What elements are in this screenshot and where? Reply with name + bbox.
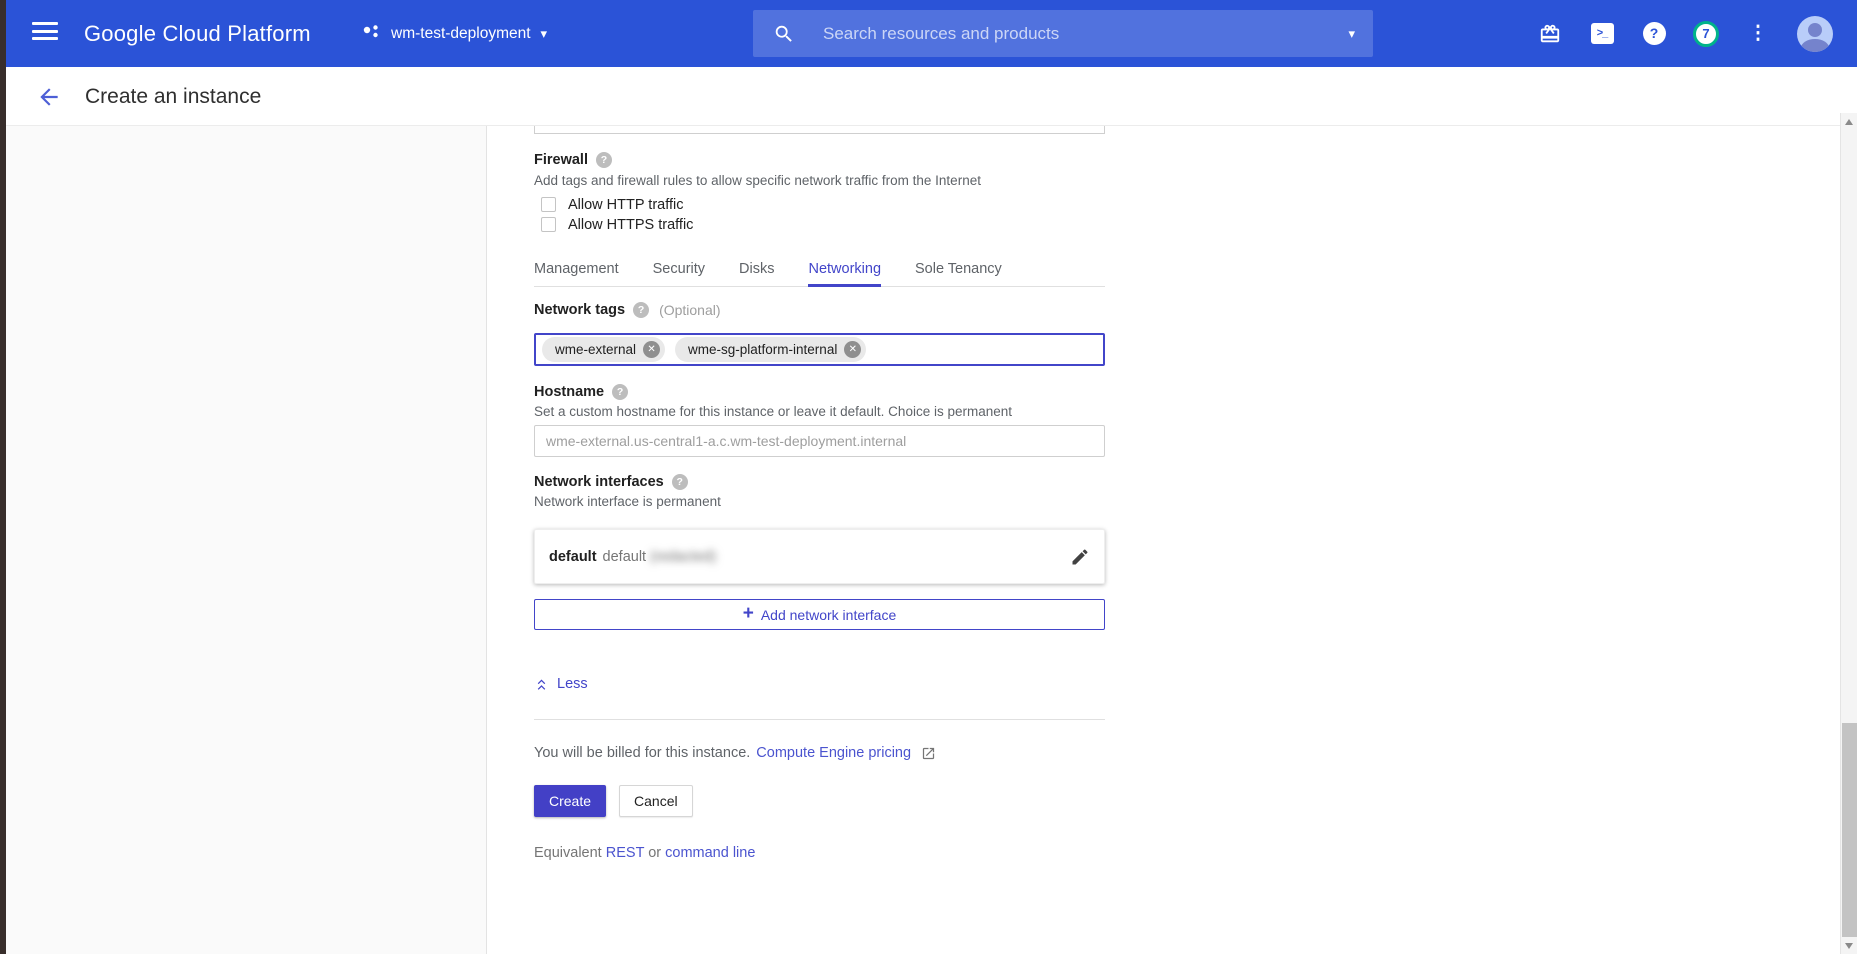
billing-note: You will be billed for this instance. Co…	[534, 745, 1105, 761]
app-bar: Google Cloud Platform wm-test-deployment…	[0, 0, 1857, 67]
tag-chip: wme-sg-platform-internal ✕	[675, 337, 866, 362]
more-options-icon[interactable]: ⋮	[1738, 0, 1778, 67]
tab-sole-tenancy[interactable]: Sole Tenancy	[915, 254, 1002, 286]
tag-chip: wme-external ✕	[542, 337, 665, 362]
vertical-scrollbar[interactable]	[1840, 113, 1857, 954]
command-line-link[interactable]: command line	[665, 845, 755, 861]
window-edge	[0, 0, 6, 954]
network-interfaces-label-row: Network interfaces ?	[534, 474, 1105, 490]
hostname-field[interactable]	[534, 425, 1105, 457]
redacted-subnet-range: (redacted)	[650, 549, 716, 565]
menu-icon[interactable]	[32, 22, 58, 44]
scroll-down-arrow[interactable]	[1845, 943, 1853, 949]
tab-disks[interactable]: Disks	[739, 254, 774, 286]
network-tags-help-icon[interactable]: ?	[633, 302, 649, 318]
rest-link[interactable]: REST	[606, 845, 644, 861]
allow-http-label: Allow HTTP traffic	[568, 197, 684, 213]
add-network-interface-button[interactable]: + Add network interface	[534, 599, 1105, 630]
allow-http-checkbox[interactable]	[541, 197, 556, 212]
network-tags-optional: (Optional)	[659, 302, 720, 318]
allow-https-checkbox-row: Allow HTTPS traffic	[541, 215, 1112, 234]
cancel-button[interactable]: Cancel	[619, 785, 693, 817]
external-link-icon	[921, 746, 936, 761]
compute-engine-pricing-link[interactable]: Compute Engine pricing	[756, 745, 911, 761]
avatar	[1797, 16, 1833, 52]
project-selector[interactable]: wm-test-deployment ▾	[362, 0, 547, 67]
remove-tag-icon[interactable]: ✕	[844, 341, 861, 358]
search-chevron-down-icon[interactable]: ▾	[1348, 27, 1355, 40]
hostname-description: Set a custom hostname for this instance …	[534, 404, 1105, 419]
allow-https-label: Allow HTTPS traffic	[568, 217, 693, 233]
allow-https-checkbox[interactable]	[541, 217, 556, 232]
search-placeholder: Search resources and products	[823, 24, 1348, 44]
allow-http-checkbox-row: Allow HTTP traffic	[541, 195, 1112, 214]
network-interface-row[interactable]: default default (redacted)	[534, 529, 1105, 584]
plus-icon: +	[743, 604, 754, 623]
firewall-description: Add tags and firewall rules to allow spe…	[534, 173, 1105, 188]
hostname-label: Hostname	[534, 384, 604, 400]
collapse-chevrons-icon	[534, 677, 549, 692]
notifications-badge[interactable]: 7	[1686, 0, 1726, 67]
network-interfaces-help-icon[interactable]: ?	[672, 474, 688, 490]
form-actions: Create Cancel	[534, 785, 1105, 817]
network-interfaces-label: Network interfaces	[534, 474, 664, 490]
firewall-help-icon[interactable]: ?	[596, 152, 612, 168]
chevron-down-icon: ▾	[541, 27, 548, 40]
remove-tag-icon[interactable]: ✕	[643, 341, 660, 358]
less-toggle[interactable]: Less	[534, 676, 614, 692]
notification-count: 7	[1693, 21, 1719, 47]
account-avatar[interactable]	[1795, 0, 1835, 67]
interface-name: default	[549, 549, 597, 565]
left-panel	[6, 126, 487, 954]
network-tags-input[interactable]: wme-external ✕ wme-sg-platform-internal …	[534, 333, 1105, 366]
section-divider	[534, 719, 1105, 720]
tab-networking[interactable]: Networking	[808, 254, 881, 286]
cloud-shell-icon[interactable]: >_	[1582, 0, 1622, 67]
gcp-console-window: Google Cloud Platform wm-test-deployment…	[0, 0, 1857, 954]
tab-security[interactable]: Security	[653, 254, 705, 286]
project-name: wm-test-deployment	[391, 25, 531, 43]
firewall-label: Firewall	[534, 152, 588, 168]
tab-management[interactable]: Management	[534, 254, 619, 286]
page-header: Create an instance	[0, 67, 1857, 126]
project-icon	[362, 24, 381, 43]
network-tags-label: Network tags	[534, 302, 625, 318]
free-trial-gift-icon[interactable]	[1530, 0, 1570, 67]
help-icon[interactable]: ?	[1634, 0, 1674, 67]
edit-pencil-icon[interactable]	[1070, 547, 1090, 567]
equivalent-links: Equivalent REST or command line	[534, 845, 1105, 861]
settings-tabs: Management Security Disks Networking Sol…	[534, 254, 1105, 287]
hostname-help-icon[interactable]: ?	[612, 384, 628, 400]
network-interfaces-description: Network interface is permanent	[534, 494, 1105, 509]
network-tags-label-row: Network tags ? (Optional)	[534, 302, 1105, 318]
scrollbar-thumb[interactable]	[1842, 723, 1857, 937]
search-input[interactable]: Search resources and products ▾	[753, 10, 1373, 57]
product-logo[interactable]: Google Cloud Platform	[84, 0, 311, 67]
scroll-up-arrow[interactable]	[1845, 119, 1853, 125]
back-arrow-icon[interactable]	[36, 84, 62, 110]
search-icon	[773, 23, 795, 45]
hostname-label-row: Hostname ?	[534, 384, 1105, 400]
interface-network: default	[603, 549, 647, 565]
page-title: Create an instance	[85, 67, 261, 126]
firewall-label-row: Firewall ?	[534, 152, 1105, 168]
create-button[interactable]: Create	[534, 785, 606, 817]
